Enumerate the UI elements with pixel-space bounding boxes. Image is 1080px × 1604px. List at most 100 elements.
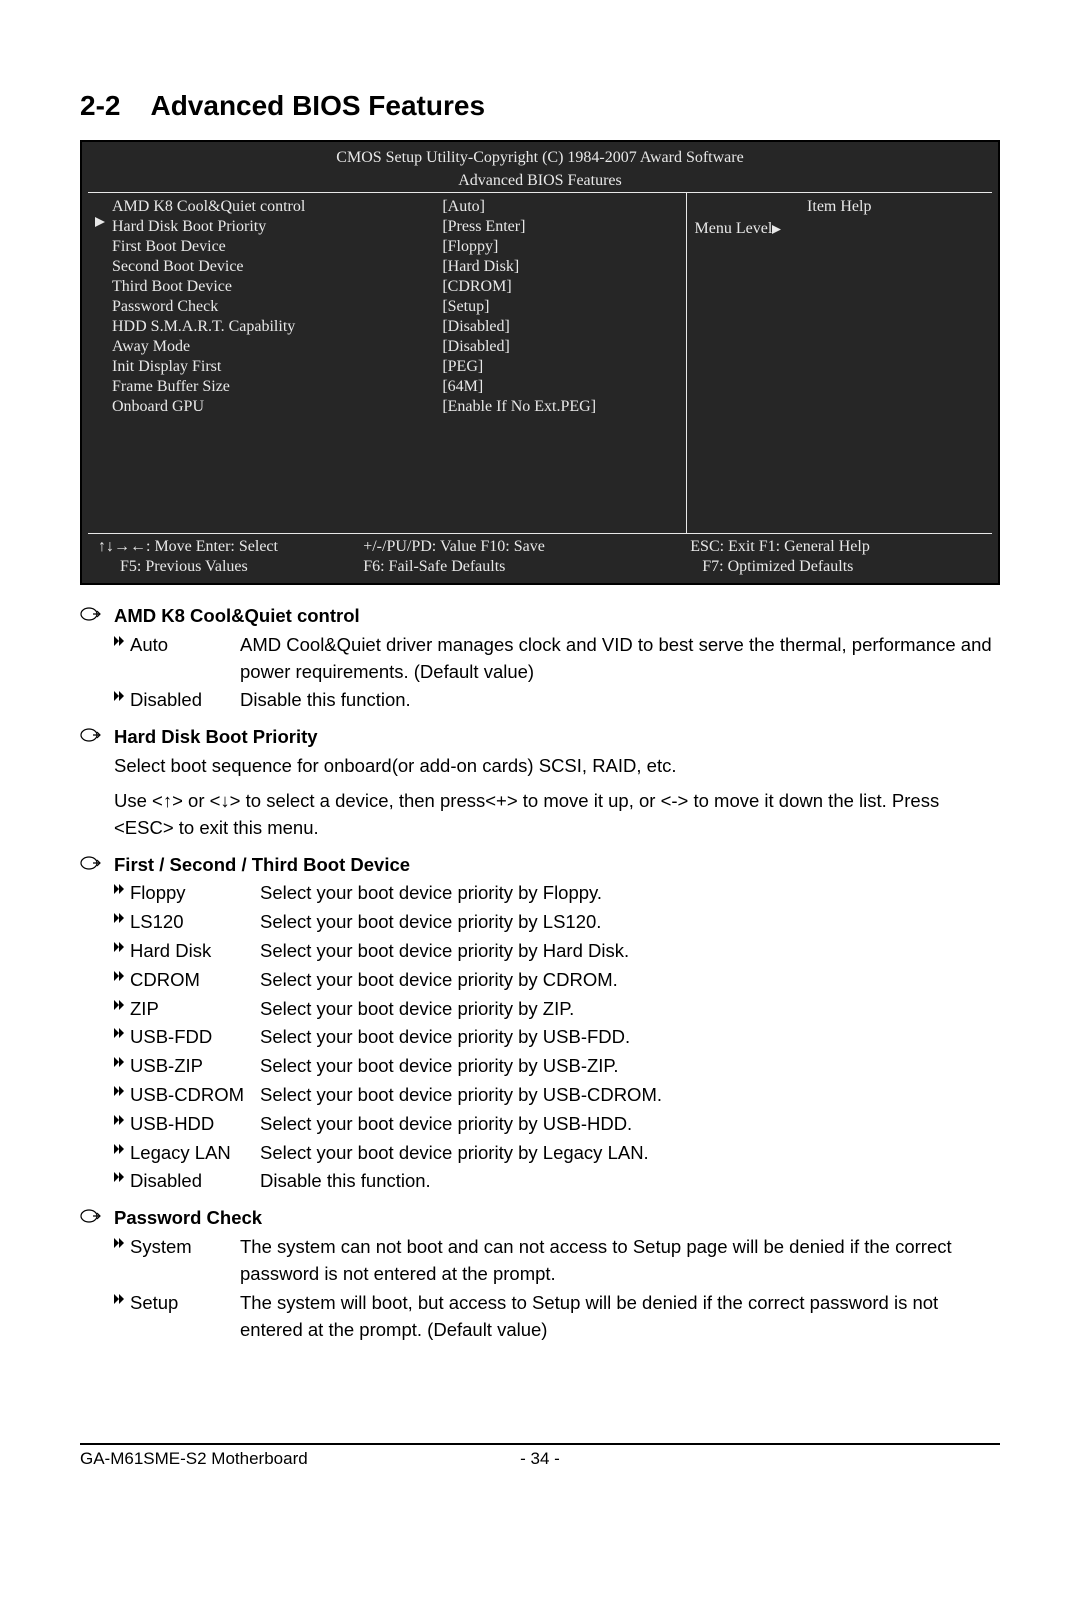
option-row: DisabledDisable this function. (114, 1168, 1000, 1195)
hint-esc: ESC: Exit F1: General Help (690, 537, 870, 557)
doc-section: AMD K8 Cool&Quiet controlAutoAMD Cool&Qu… (80, 603, 1000, 714)
double-arrow-icon (114, 967, 130, 981)
section-title: Advanced BIOS Features (150, 90, 485, 121)
bios-setting-row: First Boot Device[Floppy] (112, 237, 682, 257)
bios-setting-row: AMD K8 Cool&Quiet control[Auto] (112, 197, 682, 217)
bios-help-panel: Item Help Menu Level (687, 193, 992, 533)
option-description: AMD Cool&Quiet driver manages clock and … (240, 632, 1000, 686)
double-arrow-icon (114, 996, 130, 1010)
double-arrow-icon (114, 909, 130, 923)
option-label: USB-CDROM (130, 1082, 260, 1109)
option-description: Disable this function. (240, 687, 1000, 714)
option-label: ZIP (130, 996, 260, 1023)
option-label: Floppy (130, 880, 260, 907)
option-description: Select your boot device priority by LS12… (260, 909, 1000, 936)
pointer-icon (80, 724, 114, 744)
option-label: CDROM (130, 967, 260, 994)
section-heading: 2-2 Advanced BIOS Features (80, 90, 1000, 122)
page-footer: GA-M61SME-S2 Motherboard - 34 - (80, 1443, 1000, 1469)
option-description: Select your boot device priority by Hard… (260, 938, 1000, 965)
bios-setting-label: Away Mode (112, 337, 442, 357)
bios-setting-value: [Auto] (442, 197, 681, 217)
hint-move: ↑↓→←: Move Enter: Select (98, 537, 278, 557)
bios-setting-label: Third Boot Device (112, 277, 442, 297)
option-list: AutoAMD Cool&Quiet driver manages clock … (114, 632, 1000, 714)
doc-paragraph: Select boot sequence for onboard(or add-… (114, 753, 1000, 780)
option-description: Select your boot device priority by USB-… (260, 1082, 1000, 1109)
doc-section: Password CheckSystemThe system can not b… (80, 1205, 1000, 1343)
hint-f6: F6: Fail-Safe Defaults (363, 557, 505, 577)
option-description: Select your boot device priority by USB-… (260, 1111, 1000, 1138)
doc-section-heading: Hard Disk Boot Priority (80, 724, 1000, 751)
hint-f7: F7: Optimized Defaults (702, 557, 853, 577)
option-description: Select your boot device priority by CDRO… (260, 967, 1000, 994)
footer-page-number: - 34 - (510, 1449, 570, 1469)
option-label: Auto (130, 632, 240, 659)
bios-setting-row: Frame Buffer Size[64M] (112, 377, 682, 397)
bios-setting-value: [Disabled] (442, 337, 681, 357)
footer-model: GA-M61SME-S2 Motherboard (80, 1449, 510, 1469)
option-row: USB-HDDSelect your boot device priority … (114, 1111, 1000, 1138)
double-arrow-icon (114, 1082, 130, 1096)
doc-section-title: Password Check (114, 1205, 262, 1232)
bios-setting-label: Password Check (112, 297, 442, 317)
bios-setting-label: Init Display First (112, 357, 442, 377)
double-arrow-icon (114, 687, 130, 701)
option-row: FloppySelect your boot device priority b… (114, 880, 1000, 907)
option-row: SetupThe system will boot, but access to… (114, 1290, 1000, 1344)
option-row: USB-FDDSelect your boot device priority … (114, 1024, 1000, 1051)
bios-subtitle: Advanced BIOS Features (88, 169, 992, 192)
doc-section-title: Hard Disk Boot Priority (114, 724, 318, 751)
bios-setting-label: First Boot Device (112, 237, 442, 257)
doc-section: First / Second / Third Boot DeviceFloppy… (80, 852, 1000, 1196)
option-description: The system will boot, but access to Setu… (240, 1290, 1000, 1344)
bios-screenshot: CMOS Setup Utility-Copyright (C) 1984-20… (80, 140, 1000, 585)
bios-setting-value: [Disabled] (442, 317, 681, 337)
bios-setting-row: Onboard GPU[Enable If No Ext.PEG] (112, 397, 682, 417)
bios-setting-label: AMD K8 Cool&Quiet control (112, 197, 442, 217)
help-title: Item Help (695, 197, 984, 217)
option-label: Setup (130, 1290, 240, 1317)
option-row: LS120Select your boot device priority by… (114, 909, 1000, 936)
option-list: SystemThe system can not boot and can no… (114, 1234, 1000, 1343)
double-arrow-icon (114, 1290, 130, 1304)
bios-setting-label: Hard Disk Boot Priority (112, 217, 442, 237)
option-row: Legacy LANSelect your boot device priori… (114, 1140, 1000, 1167)
option-label: System (130, 1234, 240, 1261)
option-label: USB-FDD (130, 1024, 260, 1051)
pointer-icon (80, 1205, 114, 1225)
option-row: AutoAMD Cool&Quiet driver manages clock … (114, 632, 1000, 686)
hint-f5: F5: Previous Values (120, 557, 248, 577)
bios-setting-value: [Hard Disk] (442, 257, 681, 277)
double-arrow-icon (114, 632, 130, 646)
doc-section-title: First / Second / Third Boot Device (114, 852, 410, 879)
option-row: ZIPSelect your boot device priority by Z… (114, 996, 1000, 1023)
double-arrow-icon (114, 880, 130, 894)
option-row: SystemThe system can not boot and can no… (114, 1234, 1000, 1288)
bios-setting-label: HDD S.M.A.R.T. Capability (112, 317, 442, 337)
option-description: Disable this function. (260, 1168, 1000, 1195)
pointer-icon (80, 852, 114, 872)
option-label: USB-ZIP (130, 1053, 260, 1080)
bios-setting-row: HDD S.M.A.R.T. Capability[Disabled] (112, 317, 682, 337)
bios-settings-panel: AMD K8 Cool&Quiet control[Auto]Hard Disk… (88, 193, 687, 533)
option-description: Select your boot device priority by ZIP. (260, 996, 1000, 1023)
option-description: Select your boot device priority by USB-… (260, 1024, 1000, 1051)
option-label: Disabled (130, 1168, 260, 1195)
bios-setting-value: [64M] (442, 377, 681, 397)
section-number: 2-2 (80, 90, 120, 122)
option-row: DisabledDisable this function. (114, 687, 1000, 714)
option-row: USB-ZIPSelect your boot device priority … (114, 1053, 1000, 1080)
bios-footer-hints: ↑↓→←: Move Enter: Select F5: Previous Va… (88, 534, 992, 577)
hint-value: +/-/PU/PD: Value F10: Save (363, 537, 545, 557)
option-label: LS120 (130, 909, 260, 936)
double-arrow-icon (114, 938, 130, 952)
option-description: Select your boot device priority by Lega… (260, 1140, 1000, 1167)
bios-setting-row: Second Boot Device[Hard Disk] (112, 257, 682, 277)
bios-setting-label: Second Boot Device (112, 257, 442, 277)
bios-setting-row: Hard Disk Boot Priority[Press Enter] (112, 217, 682, 237)
menu-level-label: Menu Level (695, 220, 773, 237)
option-label: Hard Disk (130, 938, 260, 965)
doc-section-title: AMD K8 Cool&Quiet control (114, 603, 360, 630)
triangle-cursor-icon (95, 217, 105, 227)
